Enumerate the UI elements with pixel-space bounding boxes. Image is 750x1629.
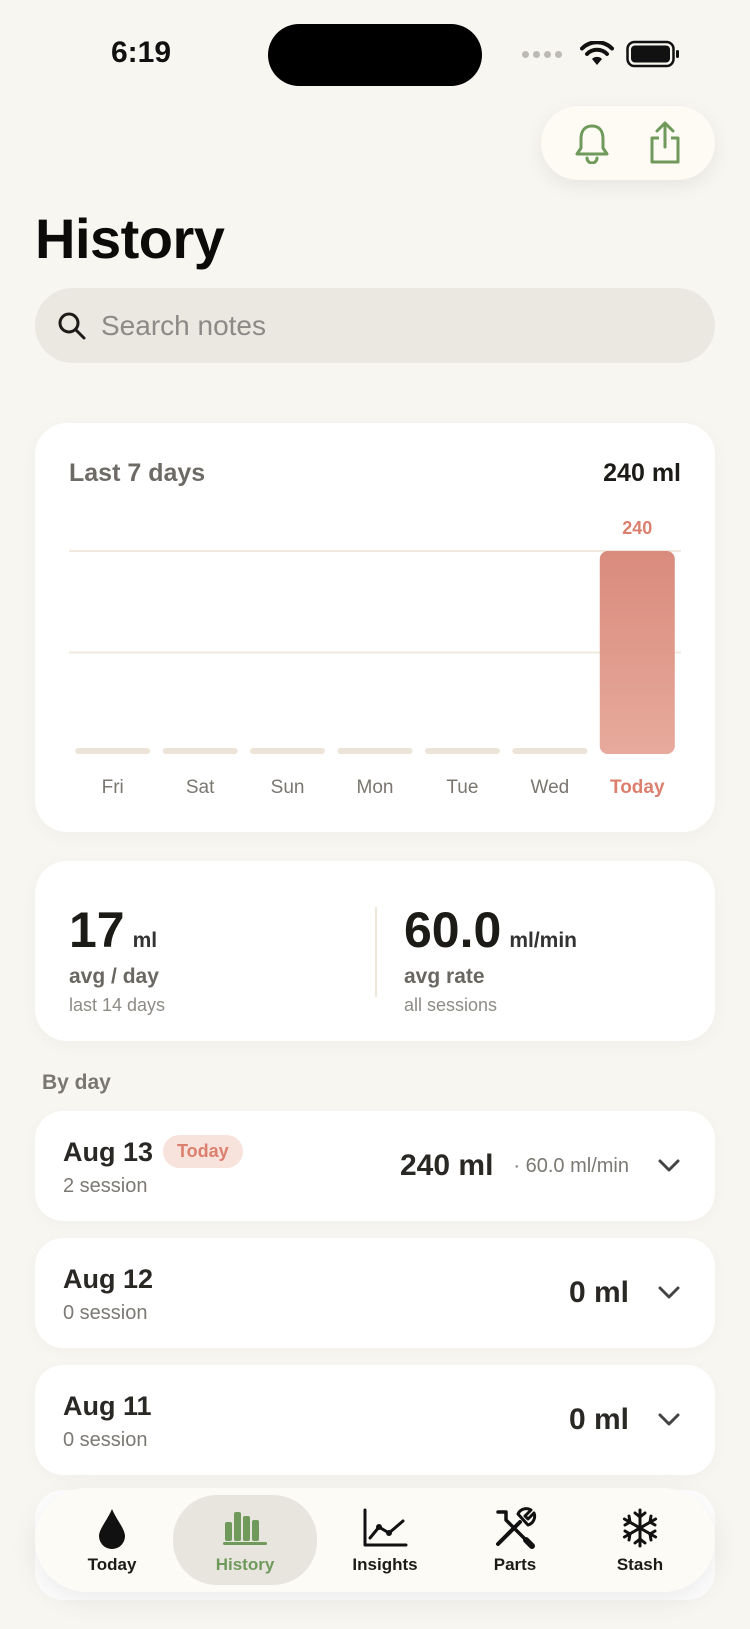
line-chart-icon: [363, 1508, 408, 1547]
tab-history[interactable]: History: [173, 1495, 317, 1585]
tab-today[interactable]: Today: [57, 1488, 167, 1592]
drop-icon: [99, 1509, 125, 1549]
day-date: Aug 11: [63, 1391, 152, 1421]
tab-insights[interactable]: Insights: [325, 1488, 445, 1592]
chart-data-label: 240: [622, 518, 652, 538]
tab-label: Today: [87, 1555, 137, 1574]
dynamic-island: [268, 24, 482, 86]
day-date: Aug 13: [63, 1137, 154, 1167]
avg-per-day-unit: ml: [132, 929, 158, 952]
avg-per-day-sub: last 14 days: [69, 995, 166, 1015]
day-row[interactable]: Aug 13 Today 2 session 240 ml · 60.0 ml/…: [35, 1111, 715, 1221]
day-total: 0 ml: [568, 1276, 629, 1309]
avg-rate-label: avg rate: [404, 965, 485, 988]
day-total: 240 ml: [400, 1149, 494, 1182]
chart-tick-label: Fri: [102, 777, 124, 798]
chevron-down-icon[interactable]: [651, 1402, 687, 1438]
chart-tick-label: Sun: [271, 777, 305, 798]
bar-chart: Fri Sat Sun Mon Tue Wed 240 Today: [69, 518, 681, 798]
avg-rate-unit: ml/min: [509, 929, 578, 952]
notifications-button[interactable]: [567, 118, 617, 168]
avg-per-day-label: avg / day: [69, 965, 159, 988]
search-bar[interactable]: [35, 288, 715, 363]
day-sessions: 0 session: [63, 1429, 148, 1451]
tab-bar: Today History Insights Parts Stash: [35, 1488, 715, 1592]
snowflake-icon: [622, 1508, 658, 1548]
chart-bar-sat: [162, 748, 238, 754]
today-badge: Today: [163, 1135, 243, 1168]
tools-icon: [496, 1507, 537, 1549]
cellular-signal-icon: [522, 50, 562, 58]
avg-per-day-stat: 17 ml avg / day last 14 days: [69, 901, 165, 1016]
chart-tick-label: Tue: [446, 777, 478, 798]
day-date: Aug 12: [63, 1264, 154, 1294]
avg-per-day-value: 17: [69, 902, 125, 958]
tab-label: Stash: [616, 1555, 664, 1574]
day-summary: 0 ml: [569, 1238, 687, 1348]
status-icons: [522, 40, 680, 68]
battery-icon: [626, 40, 679, 68]
stats-divider: [375, 907, 377, 997]
top-actions: [541, 106, 715, 180]
bar-chart-icon: [223, 1512, 267, 1545]
chart-bar-sun: [250, 748, 326, 754]
chart-tick-label: Wed: [530, 777, 569, 798]
by-day-label: By day: [42, 1071, 111, 1094]
search-input[interactable]: [101, 309, 661, 342]
share-icon: [650, 121, 679, 164]
avg-rate-sub: all sessions: [404, 995, 498, 1015]
bell-icon: [575, 124, 608, 164]
chart-tick-label: Today: [610, 777, 665, 798]
day-total: 0 ml: [568, 1403, 629, 1436]
chart-bar-tue: [424, 748, 500, 754]
status-time: 6:19: [111, 36, 172, 69]
tab-label: History: [215, 1555, 275, 1574]
page-title: History: [35, 207, 225, 270]
chart-bar-wed: [512, 748, 588, 754]
search-icon: [58, 312, 86, 339]
stats-card: 17 ml avg / day last 14 days 60.0 ml/min a…: [35, 861, 715, 1041]
wifi-icon: [580, 41, 614, 65]
day-sessions: 2 session: [63, 1175, 148, 1197]
chevron-down-icon[interactable]: [651, 1275, 687, 1311]
chart-bar-mon: [337, 748, 413, 754]
tab-stash[interactable]: Stash: [585, 1488, 695, 1592]
weekly-chart-card: Last 7 days 240 ml Fri Sat Sun Mon Tue Wed 240…: [35, 423, 715, 832]
chart-tick-label: Sat: [186, 777, 215, 798]
tab-parts[interactable]: Parts: [455, 1488, 575, 1592]
day-summary: 0 ml: [569, 1365, 687, 1475]
chart-bar-fri: [75, 748, 151, 754]
avg-rate-value: 60.0: [404, 902, 502, 958]
chart-tick-label: Mon: [357, 777, 394, 798]
chart-bar-today: [599, 551, 675, 754]
day-rate: · 60.0 ml/min: [513, 1154, 629, 1177]
avg-rate-stat: 60.0 ml/min avg rate all sessions: [404, 901, 577, 1016]
day-sessions: 0 session: [63, 1302, 148, 1324]
day-row[interactable]: Aug 11 0 session 0 ml: [35, 1365, 715, 1475]
chevron-down-icon[interactable]: [651, 1148, 687, 1184]
tab-label: Parts: [493, 1555, 537, 1574]
share-button[interactable]: [640, 118, 690, 168]
tab-label: Insights: [352, 1555, 418, 1574]
day-summary: 240 ml · 60.0 ml/min: [400, 1111, 687, 1221]
day-row[interactable]: Aug 12 0 session 0 ml: [35, 1238, 715, 1348]
